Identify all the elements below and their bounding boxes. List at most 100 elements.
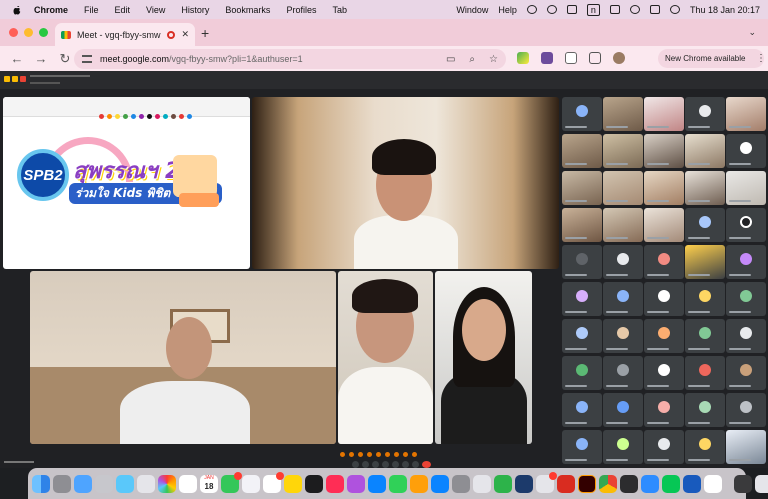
participant-tile[interactable] [603, 171, 643, 205]
participant-tile[interactable] [603, 393, 643, 427]
participant-tile[interactable] [644, 171, 684, 205]
acrobat-icon[interactable] [557, 474, 575, 493]
participant-tile[interactable] [685, 171, 725, 205]
participant-tile[interactable] [726, 97, 766, 131]
participant-tile[interactable] [644, 282, 684, 316]
zoom-app-icon[interactable] [641, 474, 659, 493]
launchpad-icon[interactable] [53, 474, 71, 493]
menu-file[interactable]: File [84, 5, 99, 15]
reaction-icon[interactable] [349, 452, 354, 457]
participant-tile[interactable] [644, 356, 684, 390]
participant-video-tile[interactable] [30, 271, 336, 444]
zoom-icon[interactable] [39, 28, 48, 37]
new-chrome-available-button[interactable]: New Chrome available ⋮ [658, 49, 766, 68]
menu-bookmarks[interactable]: Bookmarks [225, 5, 270, 15]
reload-button[interactable]: ↻ [58, 51, 72, 67]
leave-call-button[interactable] [422, 461, 431, 468]
participant-tile[interactable] [603, 319, 643, 353]
participant-tile[interactable] [644, 319, 684, 353]
menu-profiles[interactable]: Profiles [286, 5, 316, 15]
menu-help[interactable]: Help [498, 5, 517, 15]
folder-icon[interactable] [755, 474, 768, 493]
reaction-icon[interactable] [385, 452, 390, 457]
participant-tile[interactable] [726, 282, 766, 316]
participant-tile[interactable] [562, 97, 602, 131]
participant-tile[interactable] [603, 208, 643, 242]
safari-icon[interactable] [74, 474, 92, 493]
new-tab-button[interactable]: + [201, 25, 209, 41]
participant-tile[interactable] [644, 97, 684, 131]
reaction-icon[interactable] [403, 452, 408, 457]
participant-tile[interactable] [562, 245, 602, 279]
notes-icon[interactable] [284, 474, 302, 493]
participant-tile[interactable] [685, 245, 725, 279]
raise-hand-button[interactable] [402, 461, 409, 468]
zoom-lens-icon[interactable]: ⌕ [469, 54, 475, 65]
participant-tile[interactable] [685, 282, 725, 316]
participant-tile[interactable] [726, 393, 766, 427]
participant-tile[interactable] [562, 134, 602, 168]
wifi-icon[interactable] [629, 5, 640, 14]
messages-icon[interactable] [221, 471, 242, 493]
menu-history[interactable]: History [181, 5, 209, 15]
address-bar[interactable]: meet.google.com/vgq-fbyy-smw?pli=1&authu… [74, 49, 506, 69]
tab-meet[interactable]: Meet - vgq-fbyy-smw ✕ [55, 23, 195, 46]
photoshop-icon[interactable] [515, 474, 533, 493]
participant-tile[interactable] [603, 245, 643, 279]
chrome-menu-icon[interactable]: ⋮ [756, 53, 766, 64]
sidepanel-icon[interactable] [589, 52, 601, 64]
maps-icon[interactable] [137, 474, 155, 493]
downloads-icon[interactable] [734, 474, 752, 493]
input-source-indicator[interactable]: n [586, 3, 600, 16]
battery-icon[interactable] [609, 5, 620, 14]
menu-window[interactable]: Window [456, 5, 488, 15]
participant-tile[interactable] [726, 208, 766, 242]
freeform-icon[interactable] [263, 471, 284, 493]
participant-tile[interactable] [726, 171, 766, 205]
puzzle-extensions-icon[interactable] [565, 52, 577, 64]
participant-tile[interactable] [644, 134, 684, 168]
tab-close-button[interactable]: ✕ [181, 29, 189, 40]
reaction-icon[interactable] [358, 452, 363, 457]
site-info-icon[interactable] [82, 55, 92, 63]
back-button[interactable]: ← [10, 51, 24, 66]
participant-tile[interactable] [644, 430, 684, 464]
forward-button[interactable]: → [34, 51, 48, 66]
music-icon[interactable] [326, 474, 344, 493]
participant-tile[interactable] [562, 319, 602, 353]
participant-tile[interactable] [685, 319, 725, 353]
participant-tile[interactable] [685, 208, 725, 242]
participant-tile[interactable] [726, 356, 766, 390]
pages-icon[interactable] [410, 474, 428, 493]
present-button[interactable] [392, 461, 399, 468]
close-icon[interactable] [9, 28, 18, 37]
system-app-icon[interactable] [95, 474, 113, 493]
minimize-icon[interactable] [24, 28, 33, 37]
terminal-icon[interactable] [620, 474, 638, 493]
participant-tile[interactable] [644, 393, 684, 427]
illustrator-icon[interactable] [578, 474, 596, 493]
mail-icon[interactable] [116, 474, 134, 493]
keynote-icon[interactable] [368, 474, 386, 493]
line-icon[interactable] [662, 474, 680, 493]
participant-tile[interactable] [685, 393, 725, 427]
participant-tile[interactable] [562, 393, 602, 427]
menubar-clock[interactable]: Thu 18 Jan 20:17 [690, 5, 760, 15]
participant-tile[interactable] [562, 430, 602, 464]
participant-tile[interactable] [644, 208, 684, 242]
tv-icon[interactable] [305, 474, 323, 493]
bookmark-star-icon[interactable]: ☆ [489, 54, 498, 65]
tab-search-chevron-icon[interactable]: ⌄ [748, 27, 756, 38]
mic-button[interactable] [352, 461, 359, 468]
finder-icon[interactable] [32, 474, 50, 493]
participant-tile[interactable] [603, 356, 643, 390]
siri-icon[interactable] [669, 5, 680, 14]
calendar-icon[interactable]: JAN 18 [200, 474, 218, 493]
participant-tile[interactable] [603, 97, 643, 131]
participant-tile[interactable] [685, 356, 725, 390]
settings-icon[interactable] [452, 474, 470, 493]
extension-purple-icon[interactable] [541, 52, 553, 64]
participant-tile[interactable] [685, 134, 725, 168]
participant-tile[interactable] [685, 97, 725, 131]
participant-tile[interactable] [562, 282, 602, 316]
